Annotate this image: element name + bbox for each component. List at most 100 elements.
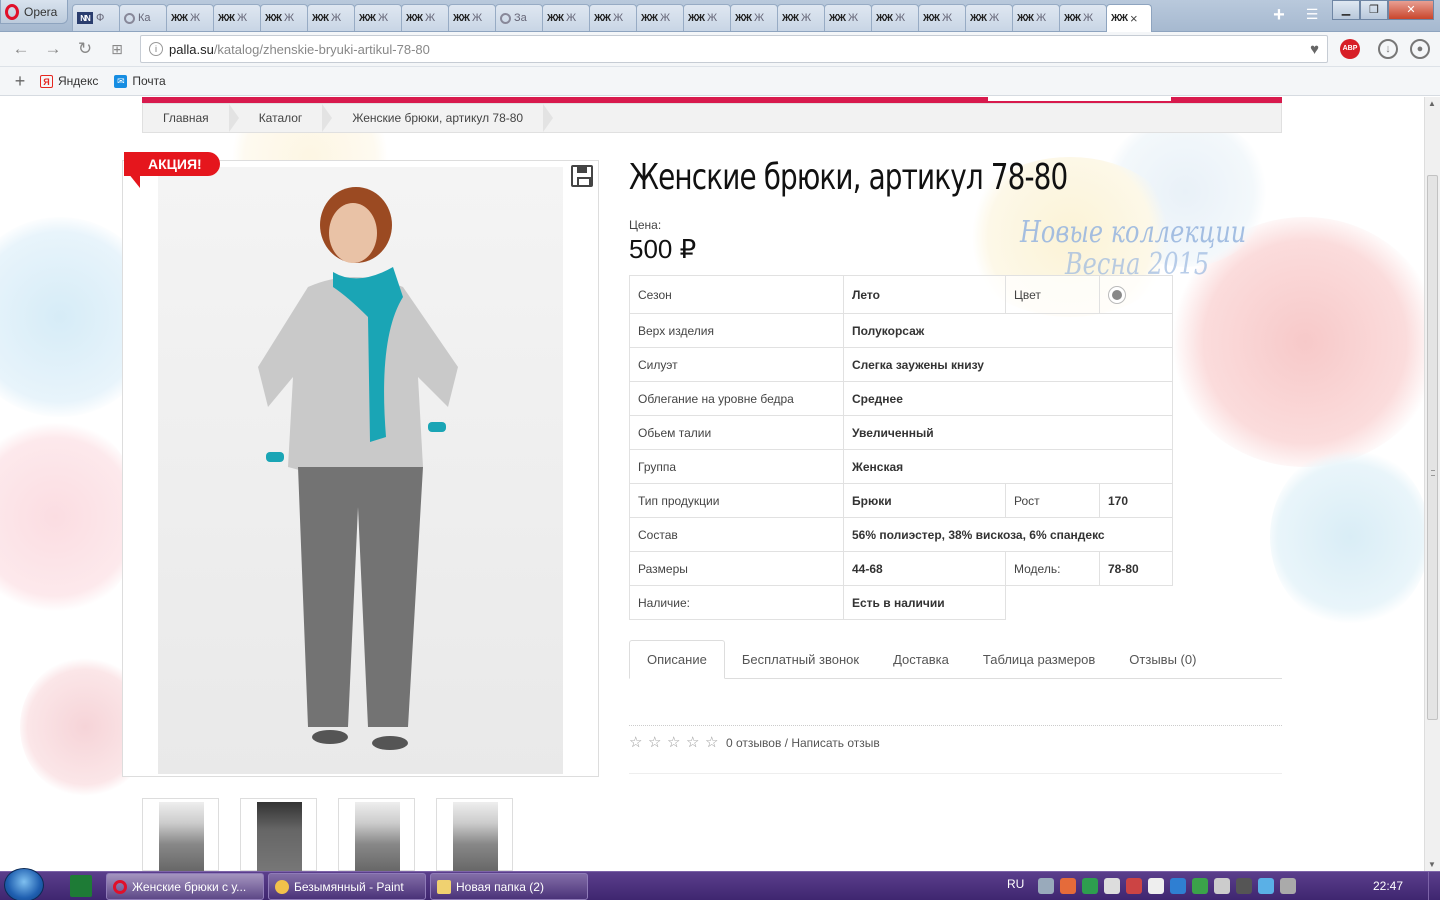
shield-icon[interactable] [1082,878,1098,894]
window-close-button[interactable]: ✕ [1388,0,1434,20]
scrollbar-thumb[interactable] [1427,175,1438,720]
taskbar-item-paint[interactable]: Безымянный - Paint [268,873,426,900]
tray-icon[interactable] [1236,878,1252,894]
reviews-link[interactable]: 0 отзывов / Написать отзыв [726,736,880,750]
back-arrow-icon[interactable]: ← [10,39,32,59]
browser-tab[interactable]: ЖЖ Ж [213,4,261,31]
download-icon[interactable]: ↓ [1378,39,1398,59]
browser-tab[interactable]: За [495,4,543,31]
new-tab-button[interactable]: + [1268,5,1290,26]
tray-icon[interactable] [1038,878,1054,894]
spec-value: Женская [843,449,1173,484]
taskbar-clock[interactable]: 22:47 [1373,879,1403,893]
bookmark-heart-icon[interactable]: ♥ [1310,41,1319,58]
system-tray [1038,878,1296,894]
tray-icon[interactable] [1192,878,1208,894]
scroll-down-arrow-icon[interactable]: ▼ [1428,860,1436,869]
product-thumbnail[interactable] [240,798,317,871]
page-scrollbar[interactable]: ▲ ▼ [1424,97,1440,871]
tab-size-table[interactable]: Таблица размеров [966,640,1112,679]
tab-free-call[interactable]: Бесплатный звонок [725,640,876,679]
divider [629,773,1282,774]
browser-tab[interactable]: ЖЖ Ж [401,4,449,31]
browser-tab[interactable]: ЖЖ Ж [730,4,778,31]
browser-tab[interactable]: ЖЖ Ж [260,4,308,31]
start-button[interactable] [4,868,44,900]
tab-description[interactable]: Описание [629,640,725,679]
reload-icon[interactable]: ↻ [74,39,96,59]
excel-icon[interactable] [70,875,92,897]
bookmark-yandex[interactable]: Я Яндекс [40,74,98,88]
browser-tab[interactable]: ЖЖ Ж [307,4,355,31]
browser-tab[interactable]: ЖЖ Ж [448,4,496,31]
restore-button[interactable]: ❐ [1360,0,1388,20]
language-indicator[interactable]: RU [1007,877,1024,891]
browser-tab[interactable]: Ка [119,4,167,31]
tray-icon[interactable] [1280,878,1296,894]
browser-tab[interactable]: ЖЖ Ж [589,4,637,31]
minimize-button[interactable]: ▁ [1332,0,1360,20]
browser-tab[interactable]: NN Ф [72,4,120,31]
tab-close-icon[interactable]: × [1130,11,1138,26]
speed-dial-grid-icon[interactable]: ⊞ [106,39,128,59]
thumbnail-image [355,802,400,871]
browser-tab[interactable]: ЖЖ Ж [354,4,402,31]
browser-tab[interactable]: ЖЖ Ж [824,4,872,31]
add-bookmark-icon[interactable]: + [0,71,40,92]
tray-icon[interactable] [1060,878,1076,894]
site-info-icon[interactable]: i [149,42,163,56]
taskbar-item-opera[interactable]: Женские брюки с у... [106,873,264,900]
product-thumbnail[interactable] [436,798,513,871]
tray-icon[interactable] [1258,878,1274,894]
tab-delivery[interactable]: Доставка [876,640,966,679]
star-empty-icon: ☆ [629,734,643,751]
table-row: Облегание на уровне бедра Среднее [629,381,1173,416]
browser-tab[interactable]: ЖЖ Ж [918,4,966,31]
network-signal-icon[interactable] [1148,878,1164,894]
adblock-icon[interactable]: ABP [1340,39,1360,59]
save-floppy-icon[interactable] [571,165,593,187]
product-thumbnail[interactable] [142,798,219,871]
forward-arrow-icon[interactable]: → [42,39,64,59]
url-path: /katalog/zhenskie-bryuki-artikul-78-80 [213,41,430,57]
product-thumbnail[interactable] [338,798,415,871]
bookmark-mail[interactable]: ✉ Почта [114,74,166,88]
spec-value: 78-80 [1099,551,1173,586]
thumbnail-image [257,802,302,871]
volume-icon[interactable] [1214,878,1230,894]
tray-icon[interactable] [1126,878,1142,894]
taskbar-item-folder[interactable]: Новая папка (2) [430,873,588,900]
spec-value: Среднее [843,381,1173,416]
spec-key: Модель: [1005,551,1100,586]
browser-tab[interactable]: ЖЖ Ж [871,4,919,31]
spec-value: Есть в наличии [843,585,1006,620]
product-image-frame [122,160,599,777]
browser-tab[interactable]: ЖЖ Ж [542,4,590,31]
breadcrumb-item-home[interactable]: Главная [143,104,239,132]
show-desktop-button[interactable] [1428,872,1440,900]
browser-tab[interactable]: ЖЖ Ж [683,4,731,31]
browser-tab[interactable]: ЖЖ Ж [1012,4,1060,31]
browser-tab[interactable]: ЖЖ Ж [636,4,684,31]
opera-menu-button[interactable]: Opera [0,0,68,24]
spec-value: 56% полиэстер, 38% вискоза, 6% спандекс [843,517,1173,552]
tray-icon[interactable] [1170,878,1186,894]
background-flower-decoration [0,417,140,617]
tab-reviews[interactable]: Отзывы (0) [1112,640,1213,679]
user-account-icon[interactable]: ● [1410,39,1430,59]
browser-tab[interactable]: ЖЖ Ж [166,4,214,31]
url-input[interactable]: i palla.su/katalog/zhenskie-bryuki-artik… [140,35,1328,63]
spec-key: Состав [629,517,844,552]
browser-tab[interactable]: ЖЖ Ж [1059,4,1107,31]
browser-tab-active[interactable]: ЖЖ × [1106,4,1152,32]
product-photo[interactable] [158,167,563,774]
breadcrumb-item-catalog[interactable]: Каталог [239,104,333,132]
tray-icon[interactable] [1104,878,1120,894]
browser-tab[interactable]: ЖЖ Ж [777,4,825,31]
browser-tab[interactable]: ЖЖ Ж [965,4,1013,31]
color-swatch[interactable] [1108,285,1126,304]
scroll-up-arrow-icon[interactable]: ▲ [1428,99,1436,108]
tab-menu-icon[interactable]: ☰ [1300,6,1324,26]
header-search-input[interactable] [988,97,1171,101]
tab-favicon-icon: ЖЖ [922,12,940,24]
